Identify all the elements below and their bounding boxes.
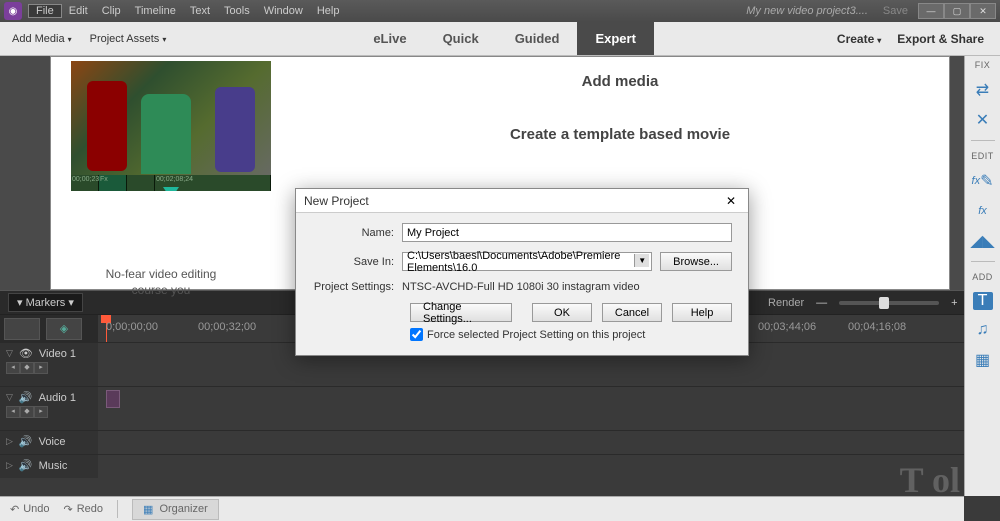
speaker-icon[interactable]: 🔊 [19,459,33,472]
thumbnail-caption: No-fear video editing course you [91,267,231,298]
tab-elive[interactable]: eLive [355,22,424,55]
markers-dropdown[interactable]: ▾ Markers ▾ [8,293,83,312]
track-label: Video 1 [39,348,76,360]
browse-button[interactable]: Browse... [660,252,732,271]
new-project-dialog: New Project✕ Name: Save In: C:\Users\bae… [295,188,749,356]
video-thumbnail[interactable]: 00;00;23Fx00;02;08;24 [71,61,271,191]
savein-label: Save In: [312,256,402,268]
settings-label: Project Settings: [312,281,402,293]
graphics-icon[interactable]: ▦ [972,350,994,370]
tab-expert[interactable]: Expert [577,22,653,55]
panel-label-add: ADD [972,272,993,282]
savein-select[interactable]: C:\Users\baesl\Documents\Adobe\Premiere … [402,252,652,271]
dialog-title: New Project [304,194,722,208]
track-voice[interactable]: ▷🔊Voice [0,430,1000,454]
grid-icon: ▦ [143,503,153,516]
save-button[interactable]: Save [883,5,908,17]
fx-edit-icon[interactable]: fx✎ [972,171,994,191]
project-assets-dropdown[interactable]: Project Assets [86,33,171,45]
name-label: Name: [312,227,402,239]
text-icon[interactable]: T [973,292,993,310]
right-panel: FIX ⇄ ✕ EDIT fx✎ fx ◢◣ ADD T ♫ ▦ [964,56,1000,496]
undo-button[interactable]: ↶Undo [10,503,50,516]
speaker-icon[interactable]: 🔊 [19,435,33,448]
menu-timeline[interactable]: Timeline [128,5,183,17]
fx-icon[interactable]: fx [972,201,994,221]
track-music[interactable]: ▷🔊Music [0,454,1000,478]
settings-value: NTSC-AVCHD-Full HD 1080i 30 instagram vi… [402,281,640,293]
name-input[interactable] [402,223,732,242]
track-label: Voice [39,436,66,448]
add-media-heading[interactable]: Add media [311,61,929,114]
change-settings-button[interactable]: Change Settings... [410,303,512,322]
arrow-down-icon [163,187,179,191]
titlebar: ◉ File Edit Clip Timeline Text Tools Win… [0,0,1000,22]
bottom-bar: ↶Undo ↷Redo ▦Organizer [0,496,964,521]
menu-edit[interactable]: Edit [62,5,95,17]
maximize-icon[interactable]: ▢ [944,3,970,19]
organizer-button[interactable]: ▦Organizer [132,499,219,520]
project-name: My new video project3.... [746,5,868,17]
ruler-tick: 00;00;32;00 [198,321,256,333]
audio-clip[interactable] [106,390,120,408]
dialog-close-icon[interactable]: ✕ [722,192,740,210]
ruler-tick: 00;03;44;06 [758,321,816,333]
add-media-dropdown[interactable]: Add Media [8,33,76,45]
export-share-button[interactable]: Export & Share [889,32,992,46]
ruler-tick: 0;00;00;00 [106,321,158,333]
tab-guided[interactable]: Guided [497,22,578,55]
timeline-tracks: ▽👁Video 1◂◆▸ ▽🔊Audio 1◂◆▸ ▷🔊Voice ▷🔊Musi… [0,342,1000,488]
zoom-out-icon[interactable]: — [816,297,827,309]
menu-tools[interactable]: Tools [217,5,257,17]
track-tool-2[interactable]: ◈ [46,318,82,340]
app-logo-icon: ◉ [4,2,22,20]
redo-icon: ↷ [64,503,73,516]
tab-quick[interactable]: Quick [425,22,497,55]
redo-button[interactable]: ↷Redo [64,503,104,516]
template-movie-heading[interactable]: Create a template based movie [311,114,929,167]
panel-label-fix: FIX [975,60,991,70]
eye-icon[interactable]: 👁 [19,347,33,360]
render-button[interactable]: Render [768,297,804,309]
menu-file[interactable]: File [28,4,62,18]
track-tool-1[interactable] [4,318,40,340]
tools-icon[interactable]: ✕ [972,110,994,130]
transition-icon[interactable]: ◢◣ [972,231,994,251]
panel-label-edit: EDIT [971,151,994,161]
adjust-icon[interactable]: ⇄ [972,80,994,100]
close-icon[interactable]: ✕ [970,3,996,19]
music-icon[interactable]: ♫ [972,320,994,340]
menu-text[interactable]: Text [183,5,217,17]
ok-button[interactable]: OK [532,303,592,322]
force-setting-checkbox[interactable]: Force selected Project Setting on this p… [410,328,732,341]
track-label: Music [39,460,68,472]
menu-clip[interactable]: Clip [95,5,128,17]
help-button[interactable]: Help [672,303,732,322]
menu-window[interactable]: Window [257,5,310,17]
track-audio1[interactable]: ▽🔊Audio 1◂◆▸ [0,386,1000,430]
minimize-icon[interactable]: — [918,3,944,19]
menu-help[interactable]: Help [310,5,347,17]
zoom-slider[interactable] [839,301,939,305]
ruler-tick: 00;04;16;08 [848,321,906,333]
main-toolbar: Add Media Project Assets eLive Quick Gui… [0,22,1000,56]
cancel-button[interactable]: Cancel [602,303,662,322]
track-label: Audio 1 [39,392,76,404]
speaker-icon[interactable]: 🔊 [19,391,33,404]
zoom-in-icon[interactable]: + [951,297,957,309]
create-dropdown[interactable]: Create [829,32,889,46]
undo-icon: ↶ [10,503,19,516]
